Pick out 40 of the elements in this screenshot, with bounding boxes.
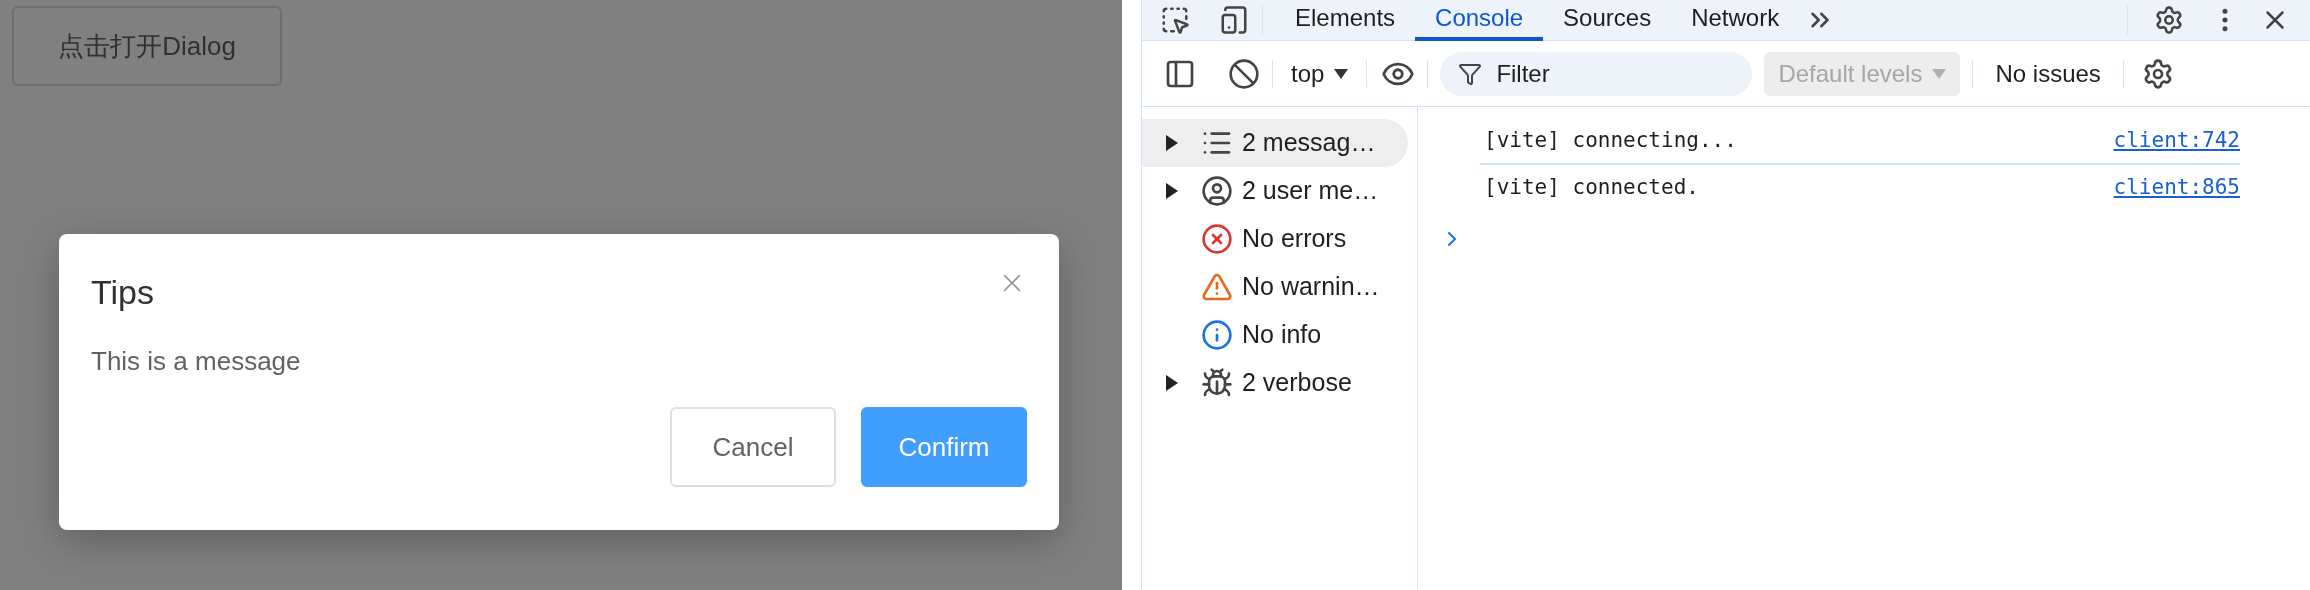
- sidebar-item[interactable]: 2 messag…: [1142, 119, 1408, 167]
- expand-triangle-icon[interactable]: [1166, 135, 1178, 151]
- cancel-button[interactable]: Cancel: [670, 407, 836, 488]
- sidebar-item-label: 2 messag…: [1242, 127, 1376, 159]
- dialog-message: This is a message: [91, 345, 302, 379]
- settings-icon[interactable]: [2154, 5, 2184, 35]
- sidebar-item[interactable]: 2 user me…: [1142, 167, 1408, 215]
- sidebar-item-label: No info: [1242, 319, 1322, 351]
- sidebar-item-label: No warnin…: [1242, 271, 1380, 303]
- dialog-title: Tips: [91, 272, 154, 313]
- sidebar-item-label: 2 verbose: [1242, 367, 1352, 399]
- sidebar-item[interactable]: No info: [1142, 311, 1408, 359]
- issues-text[interactable]: No issues: [1985, 55, 2111, 92]
- inspect-icon[interactable]: [1160, 5, 1190, 35]
- bug-icon: [1201, 367, 1233, 399]
- sidebar-item[interactable]: No warnin…: [1142, 263, 1408, 311]
- sidebar-item-label: No errors: [1242, 223, 1347, 255]
- filter-icon: [1458, 61, 1483, 86]
- sidebar-item-label: 2 user me…: [1242, 175, 1379, 207]
- expand-triangle-icon[interactable]: [1166, 375, 1178, 391]
- source-link[interactable]: client:742: [2113, 125, 2240, 157]
- warning-icon: [1201, 271, 1233, 303]
- info-icon: [1201, 319, 1233, 351]
- caret-icon: [1932, 68, 1947, 79]
- context-dropdown[interactable]: top: [1285, 55, 1355, 92]
- user-icon: [1201, 175, 1233, 207]
- source-link[interactable]: client:865: [2113, 172, 2240, 204]
- error-icon: [1201, 223, 1233, 255]
- expand-triangle-icon[interactable]: [1166, 183, 1178, 199]
- devtools-tab[interactable]: Elements: [1275, 0, 1416, 41]
- clear-icon[interactable]: [1228, 57, 1260, 90]
- console-message: [vite] connecting...: [1484, 127, 1737, 155]
- sidebar-item[interactable]: No errors: [1142, 215, 1408, 263]
- devtools-tab[interactable]: Sources: [1543, 0, 1672, 41]
- devtools-tab[interactable]: Network: [1671, 0, 1800, 41]
- sidebar-item[interactable]: 2 verbose: [1142, 359, 1408, 407]
- console-message: [vite] connected.: [1484, 174, 1699, 202]
- filter-field[interactable]: Filter: [1440, 51, 1753, 96]
- device-icon[interactable]: [1218, 5, 1250, 35]
- caret-icon: [1334, 68, 1349, 79]
